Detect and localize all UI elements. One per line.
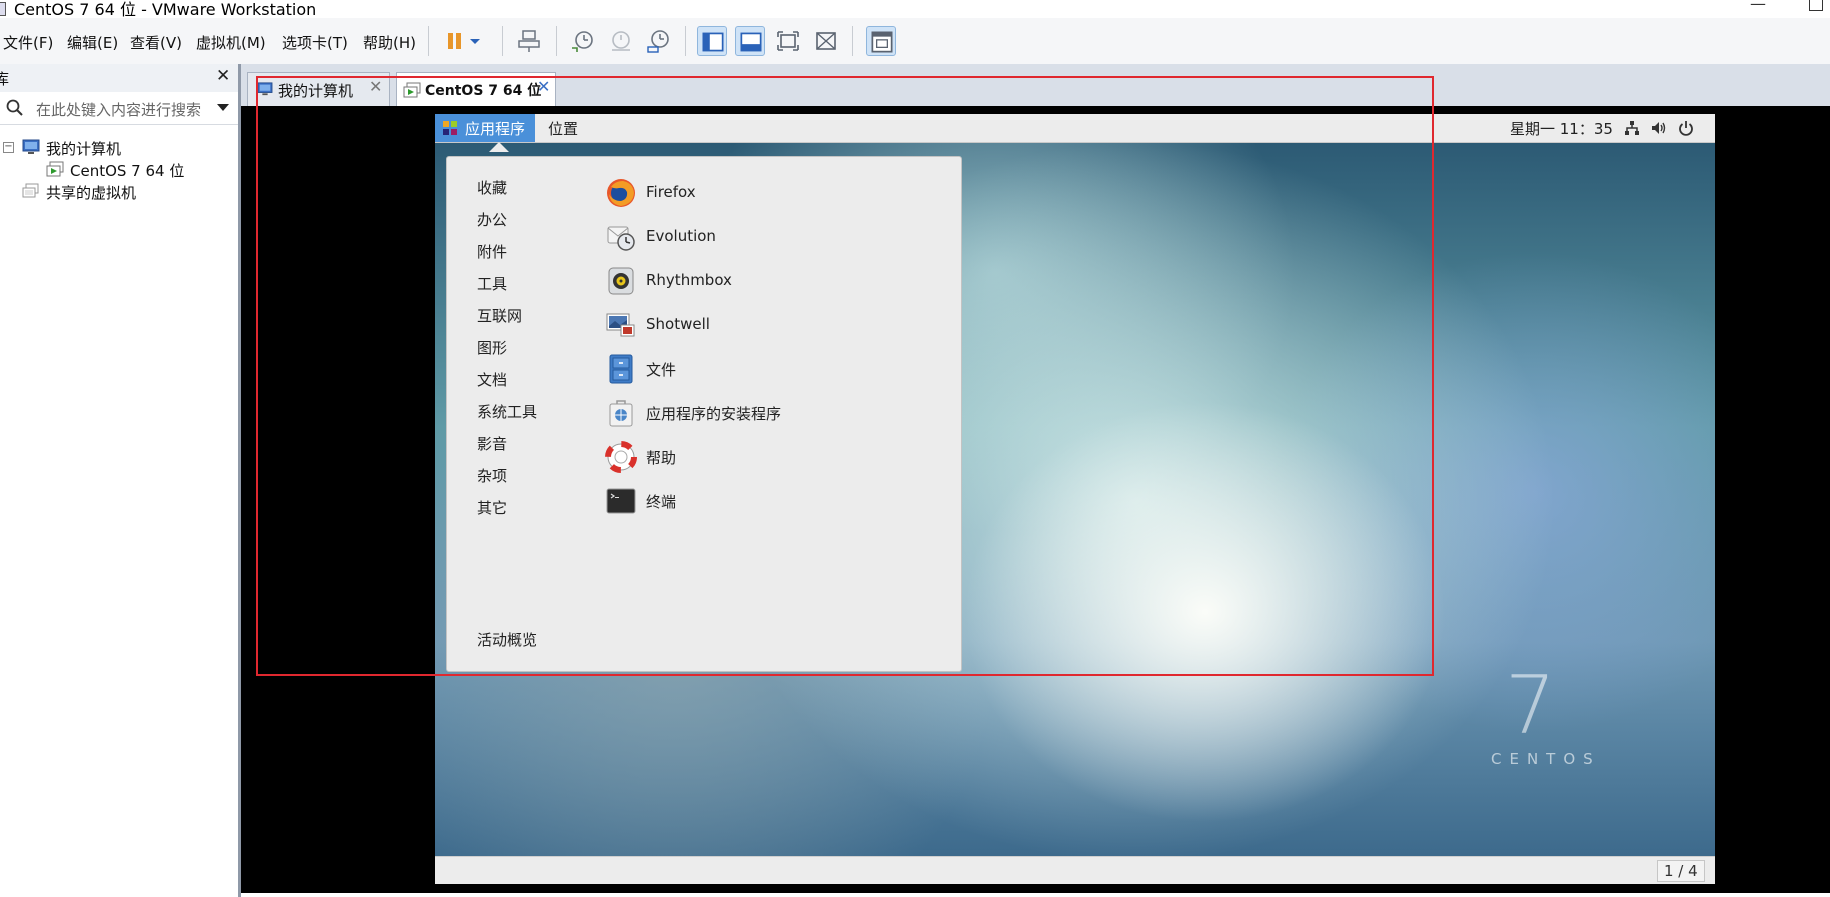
console-view-icon[interactable]	[866, 26, 896, 56]
menu-vm[interactable]: 虚拟机(M)	[196, 32, 266, 53]
computer-icon	[22, 139, 40, 154]
search-placeholder: 在此处键入内容进行搜索	[36, 101, 202, 119]
search-dropdown-icon[interactable]	[217, 104, 229, 111]
toolbar-separator	[685, 26, 686, 56]
fullscreen-icon[interactable]	[773, 26, 803, 56]
app-icon	[0, 2, 6, 16]
send-keys-icon[interactable]	[514, 26, 544, 56]
toolbar-separator	[852, 26, 853, 56]
snapshot-revert-icon[interactable]	[606, 26, 636, 56]
clock[interactable]: 星期一 11：35	[1510, 118, 1613, 139]
shared-vms-icon	[22, 183, 39, 198]
snapshot-take-icon[interactable]	[568, 26, 598, 56]
tree-item-shared-vms[interactable]: 共享的虚拟机	[46, 182, 136, 203]
tree-item-my-computer[interactable]: 我的计算机	[46, 138, 121, 159]
wallpaper-wordmark: CENTOS	[1491, 750, 1601, 768]
status-strip	[241, 893, 1830, 897]
volume-icon[interactable]	[1651, 120, 1667, 136]
window-title: CentOS 7 64 位 - VMware Workstation	[14, 0, 317, 19]
menu-toolbar	[0, 18, 1830, 65]
network-icon[interactable]	[1624, 120, 1640, 136]
workspace-counter[interactable]: 1 / 4	[1657, 860, 1705, 882]
menu-tabs[interactable]: 选项卡(T)	[282, 32, 348, 53]
menu-pointer	[489, 142, 509, 152]
snapshot-manager-icon[interactable]	[644, 26, 674, 56]
unity-icon[interactable]	[811, 26, 841, 56]
vm-running-icon	[46, 161, 64, 177]
menu-file[interactable]: 文件(F)	[3, 32, 53, 53]
maximize-button[interactable]	[1809, 0, 1823, 11]
minimize-button[interactable]: —	[1750, 0, 1766, 13]
toolbar-separator	[556, 26, 557, 56]
annotation-highlight	[256, 76, 1434, 676]
thumbnail-bar-icon[interactable]	[735, 26, 765, 56]
library-title: 库	[0, 70, 10, 88]
menu-view[interactable]: 查看(V)	[130, 32, 182, 53]
tree-item-centos[interactable]: CentOS 7 64 位	[70, 160, 184, 181]
wallpaper-number: 7	[1505, 659, 1556, 752]
library-header	[0, 64, 238, 92]
sidebar-view-icon[interactable]	[697, 26, 727, 56]
search-icon	[6, 99, 23, 116]
dropdown-caret-icon[interactable]	[466, 26, 484, 56]
power-icon[interactable]	[1678, 120, 1694, 136]
menu-help[interactable]: 帮助(H)	[363, 32, 416, 53]
library-close-icon[interactable]: ✕	[216, 66, 230, 86]
toolbar-separator	[428, 26, 429, 56]
collapse-toggle-icon[interactable]: −	[3, 142, 14, 153]
gnome-bottom-bar: 1 / 4	[435, 856, 1715, 884]
toolbar-separator	[502, 26, 503, 56]
menu-edit[interactable]: 编辑(E)	[67, 32, 118, 53]
